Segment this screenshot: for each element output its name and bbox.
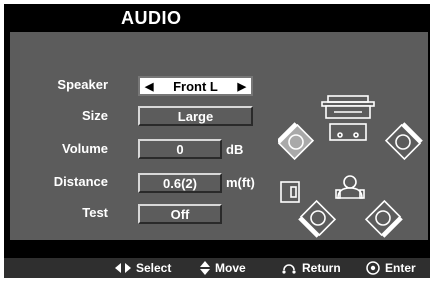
test-value: Off (170, 206, 190, 222)
enter-label: Enter (385, 261, 416, 275)
return-hint: Return (281, 261, 341, 275)
speaker-selector[interactable]: ◀ Front L ▶ (138, 76, 253, 96)
audio-menu: AUDIO Speaker ◀ Front L ▶ Size Large Vol… (4, 4, 430, 278)
size-field[interactable]: Large (138, 106, 253, 126)
distance-value: 0.6(2) (163, 175, 197, 191)
select-hint: Select (115, 261, 171, 275)
left-right-arrows-icon (115, 263, 131, 273)
surround-right-speaker-icon (364, 199, 403, 238)
distance-label: Distance (53, 174, 108, 189)
navigation-bar: Select Move Return Enter (4, 258, 430, 278)
subwoofer-icon (329, 123, 367, 141)
front-left-speaker-icon (278, 122, 315, 161)
move-hint: Move (200, 261, 246, 275)
move-label: Move (215, 261, 246, 275)
size-value: Large (177, 108, 214, 124)
size-label: Size (81, 108, 108, 123)
up-down-arrows-icon (200, 261, 210, 275)
speaker-label: Speaker (57, 77, 108, 92)
volume-unit: dB (226, 142, 244, 157)
distance-unit: m(ft) (226, 175, 255, 190)
page-title: AUDIO (121, 8, 182, 28)
enter-hint: Enter (366, 261, 416, 275)
settings-panel: Speaker ◀ Front L ▶ Size Large Volume 0 … (10, 32, 428, 240)
select-label: Select (136, 261, 172, 275)
test-label: Test (82, 205, 108, 220)
return-label: Return (302, 261, 341, 275)
title-bar: AUDIO (4, 4, 430, 32)
distance-field[interactable]: 0.6(2) (138, 173, 222, 193)
front-right-speaker-icon (384, 122, 423, 161)
volume-value: 0 (176, 141, 184, 157)
speaker-value: Front L (173, 78, 218, 94)
listener-icon (335, 175, 365, 199)
return-icon (282, 264, 296, 274)
enter-icon (366, 261, 380, 275)
arrow-left-icon[interactable]: ◀ (145, 80, 153, 93)
surround-left-speaker-icon (298, 199, 337, 238)
volume-label: Volume (62, 141, 108, 156)
arrow-right-icon[interactable]: ▶ (238, 80, 246, 93)
speaker-layout-diagram (278, 95, 423, 238)
side-speaker-icon (280, 181, 300, 203)
center-speaker-icon (321, 95, 375, 119)
volume-field[interactable]: 0 (138, 139, 222, 159)
test-field[interactable]: Off (138, 204, 222, 224)
